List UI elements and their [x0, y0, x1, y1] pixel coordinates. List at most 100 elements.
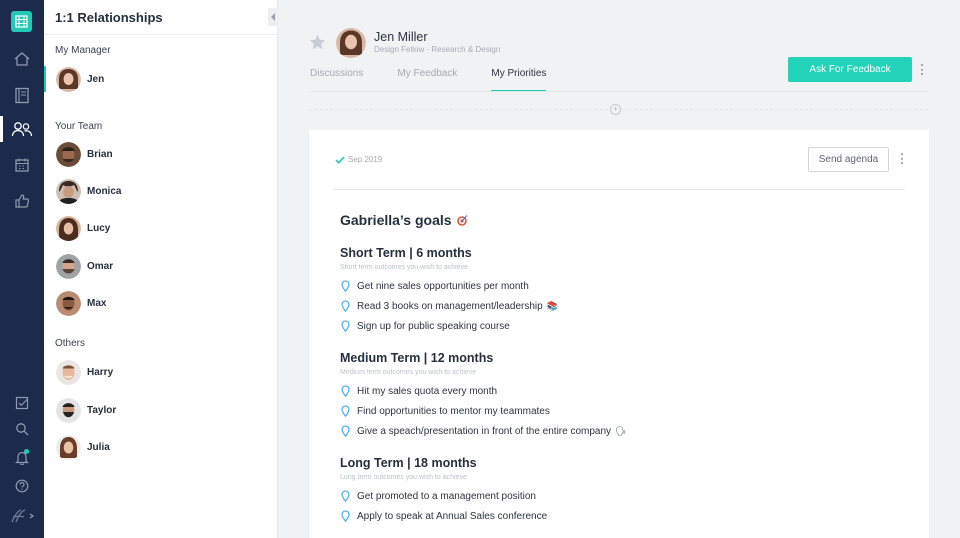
section-subtitle: Short term outcomes you wish to achieve	[340, 264, 469, 271]
sidebar-person-harry[interactable]: Harry	[44, 356, 278, 388]
person-name: Julia	[87, 441, 110, 453]
tabs-divider	[310, 91, 928, 92]
section-label-my-manager: My Manager	[55, 45, 111, 56]
speaking-head-emoji: 🗣	[615, 425, 627, 436]
sidebar-person-taylor[interactable]: Taylor	[44, 394, 278, 426]
sidebar-title: 1:1 Relationships	[55, 9, 163, 25]
goal-text: Find opportunities to mentor my teammate…	[357, 405, 550, 417]
favorite-star-icon[interactable]	[309, 34, 326, 55]
location-pin-icon	[341, 405, 350, 417]
goal-text: Hit my sales quota every month	[357, 385, 498, 397]
goal-item[interactable]: Get nine sales opportunities per month	[341, 278, 529, 294]
search-icon[interactable]	[0, 414, 44, 444]
target-icon	[456, 215, 467, 226]
goal-item[interactable]: Give a speach/presentation in front of t…	[341, 423, 626, 439]
goal-text: Sign up for public speaking course	[357, 320, 510, 332]
main-content: Jen Miller Design Fellow · Research & De…	[278, 0, 960, 538]
calendar-icon[interactable]	[0, 150, 44, 180]
goal-text: Get promoted to a management position	[357, 490, 536, 502]
notification-dot	[24, 449, 29, 454]
location-pin-icon	[341, 385, 350, 397]
goal-item[interactable]: Apply to speak at Annual Sales conferenc…	[341, 508, 547, 524]
sidebar-person-max[interactable]: Max	[44, 287, 278, 319]
person-name: Lucy	[87, 222, 111, 234]
sidebar-person-jen[interactable]: Jen	[44, 63, 278, 95]
person-name: Harry	[87, 366, 114, 378]
sidebar-person-monica[interactable]: Monica	[44, 175, 278, 207]
sidebar-person-omar[interactable]: Omar	[44, 250, 278, 282]
person-name: Max	[87, 297, 107, 309]
sidebar-person-lucy[interactable]: Lucy	[44, 212, 278, 244]
goal-text: Get nine sales opportunities per month	[357, 280, 529, 292]
avatar	[56, 215, 81, 241]
ask-for-feedback-button[interactable]: Ask For Feedback	[788, 57, 912, 82]
profile-subtitle: Design Fellow · Research & Design	[374, 45, 501, 54]
profile-tabs: Discussions My Feedback My Priorities	[310, 68, 580, 92]
help-icon[interactable]	[0, 471, 44, 501]
card-more-options-icon[interactable]	[899, 153, 905, 164]
notebook-icon[interactable]	[0, 80, 44, 110]
avatar	[56, 178, 81, 204]
person-name: Brian	[87, 148, 113, 160]
tab-my-priorities[interactable]: My Priorities	[491, 68, 547, 92]
section-subtitle: Medium term outcomes you wish to achieve	[340, 369, 477, 376]
goal-text: Give a speach/presentation in front of t…	[357, 425, 612, 437]
section-title-short-term: Short Term | 6 months	[340, 246, 472, 260]
avatar	[56, 359, 81, 385]
header-more-options-icon[interactable]	[919, 64, 925, 75]
people-icon[interactable]	[0, 114, 44, 144]
location-pin-icon	[341, 490, 350, 502]
location-pin-icon	[341, 510, 350, 522]
section-label-your-team: Your Team	[55, 121, 103, 132]
goals-title: Gabriella’s goals	[340, 212, 468, 228]
goals-title-text: Gabriella’s goals	[340, 212, 452, 228]
profile-avatar	[336, 28, 366, 58]
app-logo-icon[interactable]	[11, 11, 32, 32]
goal-text: Read 3 books on management/leadership	[357, 300, 543, 312]
section-title-medium-term: Medium Term | 12 months	[340, 351, 494, 365]
sidebar-person-brian[interactable]: Brian	[44, 138, 278, 170]
tab-discussions[interactable]: Discussions	[310, 68, 363, 92]
section-title-long-term: Long Term | 18 months	[340, 456, 477, 470]
location-pin-icon	[341, 300, 350, 312]
collapse-sidebar-button[interactable]	[268, 8, 278, 26]
section-label-others: Others	[55, 338, 86, 349]
books-emoji: 📚	[546, 300, 558, 311]
home-icon[interactable]	[0, 44, 44, 74]
priorities-card: Sep 2019 Send agenda Gabriella’s goals S…	[309, 130, 929, 538]
send-agenda-button[interactable]: Send agenda	[808, 147, 889, 172]
thumbs-up-icon[interactable]	[0, 186, 44, 216]
avatar	[56, 141, 81, 167]
person-name: Monica	[87, 185, 122, 197]
goal-text: Apply to speak at Annual Sales conferenc…	[357, 510, 548, 522]
icon-rail	[0, 0, 44, 538]
sidebar-person-julia[interactable]: Julia	[44, 431, 278, 463]
goal-item[interactable]: Read 3 books on management/leadership 📚	[341, 298, 558, 314]
relationships-sidebar: 1:1 Relationships My Manager Jen Your Te…	[44, 0, 278, 538]
tab-my-feedback[interactable]: My Feedback	[397, 68, 457, 92]
sidebar-header: 1:1 Relationships	[44, 0, 277, 35]
avatar	[56, 397, 81, 423]
avatar	[56, 290, 81, 316]
goal-item[interactable]: Hit my sales quota every month	[341, 383, 497, 399]
profile-name: Jen Miller	[374, 30, 428, 44]
avatar	[56, 434, 81, 460]
bell-icon[interactable]	[0, 442, 44, 472]
person-name: Jen	[87, 73, 105, 85]
date-text: Sep 2019	[348, 155, 383, 164]
agenda-date: Sep 2019	[335, 155, 382, 164]
checkmark-icon	[335, 155, 345, 164]
avatar	[56, 253, 81, 279]
goal-item[interactable]: Find opportunities to mentor my teammate…	[341, 403, 550, 419]
person-name: Taylor	[87, 404, 117, 416]
location-pin-icon	[341, 280, 350, 292]
location-pin-icon	[341, 320, 350, 332]
goal-item[interactable]: Sign up for public speaking course	[341, 318, 510, 334]
brand-icon[interactable]	[0, 501, 44, 531]
goal-item[interactable]: Get promoted to a management position	[341, 488, 536, 504]
person-name: Omar	[87, 260, 114, 272]
section-subtitle: Long term outcomes you wish to achieve	[340, 474, 467, 481]
avatar	[56, 66, 81, 92]
add-entry-icon[interactable]: +	[610, 104, 621, 115]
card-divider	[333, 189, 905, 190]
